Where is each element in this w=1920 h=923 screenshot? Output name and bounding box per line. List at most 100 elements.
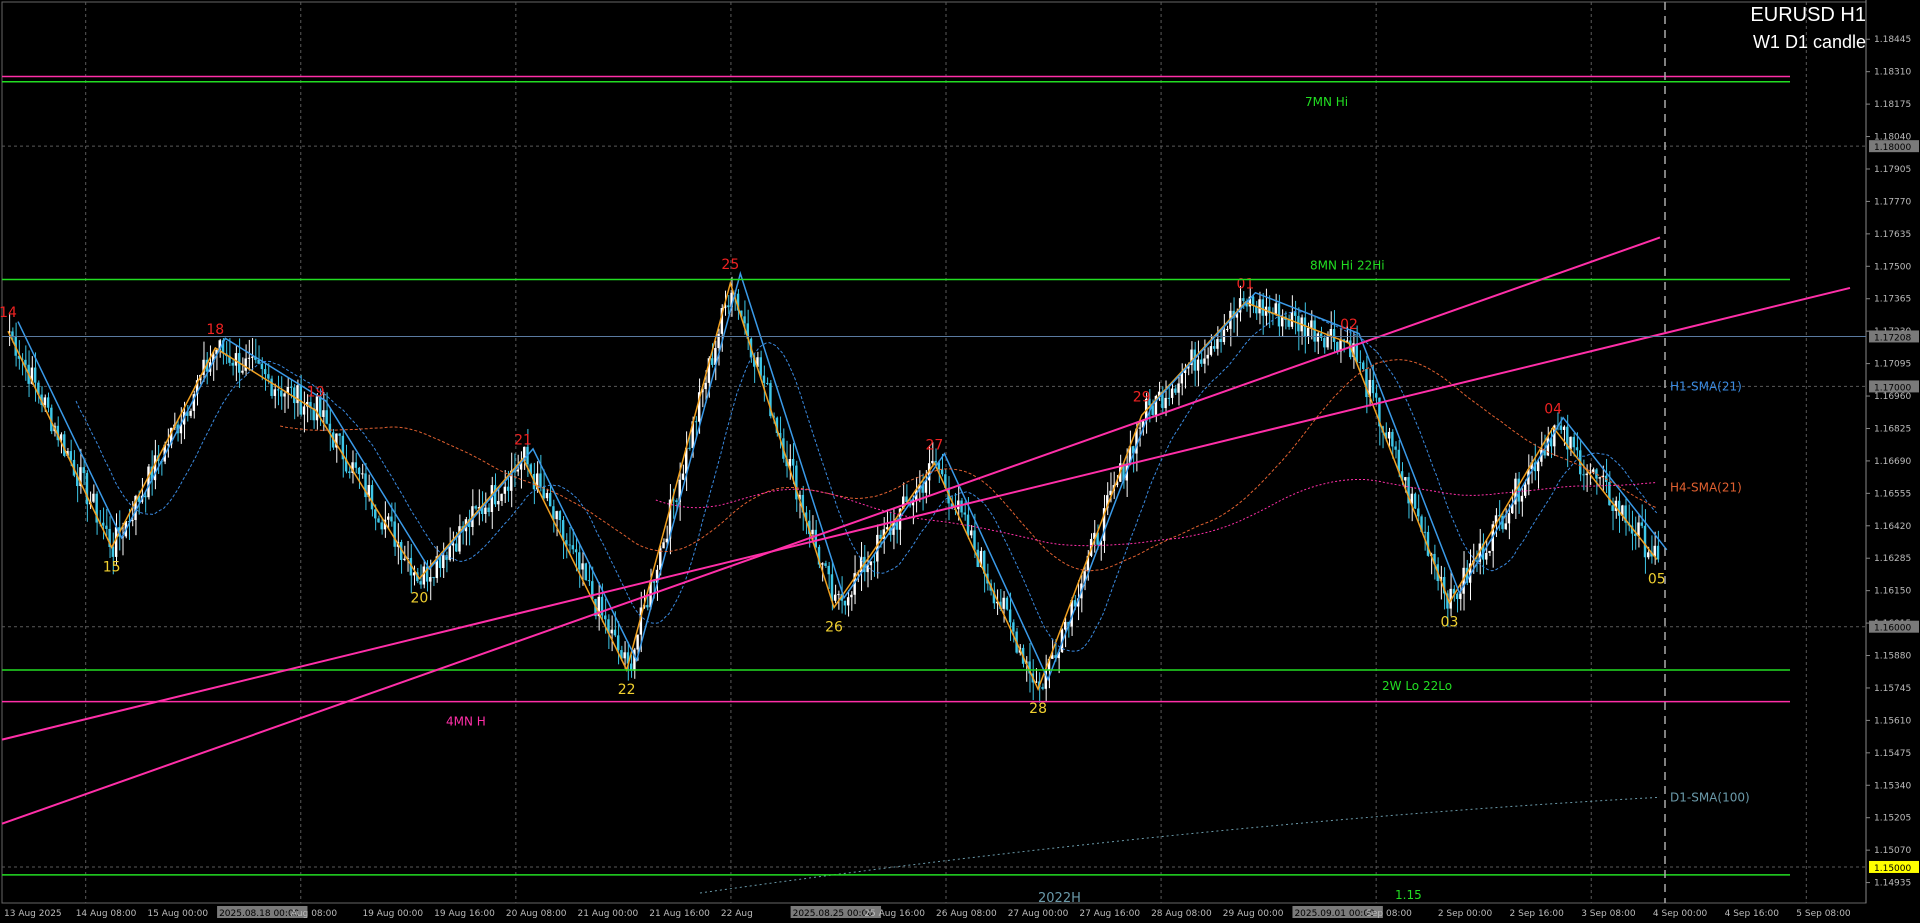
indicator-label: H1-SMA(21) — [1670, 379, 1742, 393]
candle-body — [1572, 436, 1575, 448]
candle-body — [82, 467, 85, 474]
candle-body — [1595, 469, 1598, 479]
candle-body — [455, 543, 458, 552]
candle-body — [267, 374, 270, 379]
candle-body — [370, 485, 374, 510]
price-chart[interactable]: 1.184451.183101.181751.180401.179051.177… — [0, 0, 1920, 923]
candle-body — [872, 561, 876, 563]
candle-body — [101, 522, 105, 526]
candle-body — [503, 486, 507, 494]
candle-body — [1423, 531, 1426, 533]
x-tick-label: Aug 08:00 — [291, 909, 338, 919]
y-tick-label: 1.16690 — [1874, 457, 1911, 467]
candle-body — [1225, 328, 1229, 330]
candle-body — [843, 600, 847, 606]
candle-body — [357, 467, 361, 475]
candle-body — [688, 447, 691, 449]
candle-body — [545, 493, 549, 499]
candle-body — [710, 358, 714, 365]
candle-body — [273, 389, 277, 396]
swing-label: 19 — [307, 384, 325, 400]
y-tick-label: 1.16150 — [1874, 587, 1911, 597]
candle-body — [1326, 335, 1329, 348]
candle-body — [1520, 495, 1524, 502]
candle-body — [289, 386, 293, 388]
x-tick-label: 27 Aug 16:00 — [1079, 909, 1140, 919]
candle-body — [516, 469, 519, 472]
candle-body — [458, 526, 461, 552]
candle-body — [1290, 312, 1294, 327]
swing-label: 02 — [1340, 317, 1358, 333]
candle-body — [144, 495, 147, 498]
candle-body — [966, 514, 970, 536]
candle-body — [581, 563, 584, 570]
indicator-label: D1-SMA(100) — [1670, 790, 1750, 804]
candle-body — [827, 565, 830, 575]
candle-body — [791, 458, 795, 466]
candle-body — [429, 577, 432, 582]
chart-window[interactable]: 1.18445 1.18310 1.18175 1.18040 1.17905 1.177… — [0, 0, 1920, 923]
y-tick-label: 1.15610 — [1874, 716, 1911, 726]
y-tick-label: 1.17500 — [1874, 262, 1911, 272]
candle-body — [834, 594, 837, 601]
candle-body — [1008, 609, 1012, 623]
candle-body — [1455, 593, 1459, 599]
candle-body — [11, 331, 14, 337]
trendline — [1, 236, 1661, 825]
candle-body — [231, 362, 234, 366]
candle-body — [1206, 354, 1209, 359]
candle-body — [824, 563, 827, 566]
candle-body — [681, 473, 685, 480]
candle-body — [1274, 303, 1277, 314]
trendline-annotation: 2022H — [1038, 891, 1081, 906]
candle-body — [759, 357, 762, 376]
candle-body — [1413, 493, 1417, 509]
candle-body — [1063, 621, 1067, 630]
level-annotation: 8MN Hi 22Hi — [1310, 259, 1385, 273]
swing-label: 03 — [1441, 615, 1459, 631]
candle-body — [33, 367, 37, 383]
candle-body — [280, 390, 283, 397]
y-tick-label: 1.16285 — [1874, 554, 1911, 564]
candle-body — [1643, 525, 1647, 558]
swing-label: 28 — [1029, 701, 1047, 717]
swing-label: 26 — [825, 619, 843, 635]
candle-body — [1310, 320, 1313, 328]
candle-body — [1394, 446, 1397, 450]
candle-body — [497, 500, 500, 505]
y-tick-label: 1.18445 — [1874, 35, 1911, 45]
y-tick-label: 1.15340 — [1874, 781, 1911, 791]
candle-body — [704, 382, 707, 390]
candle-body — [558, 511, 562, 521]
y-tick-label: 1.15070 — [1874, 846, 1911, 856]
candle-body — [1575, 447, 1579, 451]
candle-body — [1203, 358, 1206, 364]
candle-body — [931, 460, 934, 464]
candle-body — [574, 549, 578, 553]
y-tick-label: 1.15205 — [1874, 814, 1911, 824]
candle-body — [1656, 545, 1660, 560]
x-tick-label: 22 Aug — [721, 909, 753, 919]
candle-body — [322, 410, 325, 417]
candle-body — [234, 353, 238, 366]
candle-body — [380, 522, 383, 530]
candle-body — [1287, 319, 1290, 327]
y-tick-label: 1.17770 — [1874, 197, 1911, 207]
candle-body — [1562, 426, 1566, 430]
x-tick-label: 28 Aug 08:00 — [1151, 909, 1212, 919]
candle-body — [1523, 484, 1527, 496]
candle-body — [675, 500, 678, 503]
candle-body — [662, 542, 665, 549]
candle-body — [1209, 346, 1213, 355]
candle-body — [665, 538, 668, 543]
candle-body — [1219, 339, 1222, 343]
candle-body — [548, 493, 552, 507]
candle-body — [604, 615, 607, 620]
chart-subtitle: W1 D1 candle — [1752, 32, 1866, 52]
candle-body — [1177, 383, 1180, 393]
candle-body — [1374, 393, 1378, 398]
candle-body — [1361, 362, 1365, 369]
candle-body — [283, 393, 286, 397]
candle-body — [869, 561, 873, 566]
candle-body — [587, 580, 591, 582]
